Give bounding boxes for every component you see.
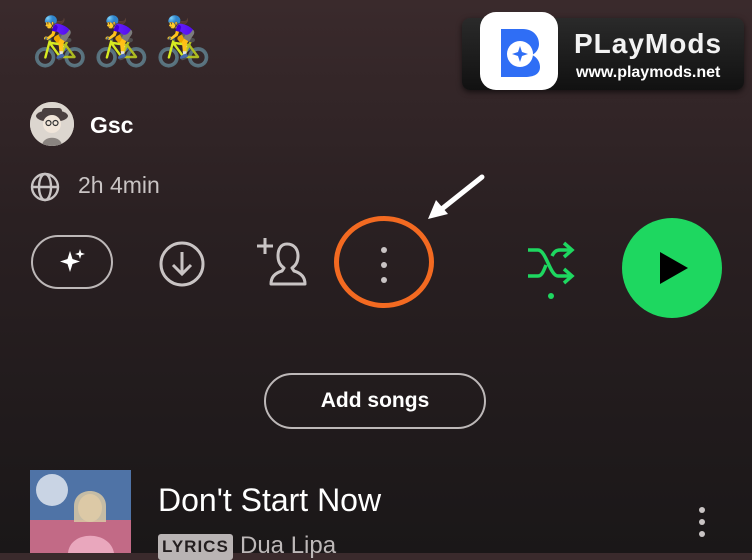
shuffle-button[interactable] bbox=[522, 240, 580, 304]
watermark-url: www.playmods.net bbox=[576, 64, 721, 81]
shuffle-icon bbox=[528, 241, 575, 299]
globe-icon bbox=[30, 172, 60, 207]
play-icon bbox=[660, 252, 688, 284]
owner-avatar[interactable] bbox=[30, 102, 74, 146]
playmods-logo-icon bbox=[480, 12, 558, 90]
playlist-title: 🚴‍♀️🚴‍♀️🚴‍♀️ bbox=[30, 14, 216, 70]
add-person-icon bbox=[257, 238, 307, 286]
add-collaborator-button[interactable] bbox=[256, 236, 310, 290]
track-album-art[interactable] bbox=[30, 470, 131, 553]
more-vertical-icon bbox=[699, 507, 705, 537]
lyrics-badge: LYRICS bbox=[158, 534, 233, 560]
more-options-button[interactable] bbox=[360, 238, 408, 292]
download-icon bbox=[159, 241, 205, 287]
track-title[interactable]: Don't Start Now bbox=[158, 482, 381, 519]
play-button[interactable] bbox=[622, 218, 722, 318]
download-button[interactable] bbox=[158, 240, 206, 288]
add-songs-button[interactable]: Add songs bbox=[264, 373, 486, 429]
watermark-title: PLayMods bbox=[574, 28, 723, 59]
sparkle-icon bbox=[60, 249, 85, 272]
enhance-button[interactable] bbox=[31, 235, 113, 289]
playlist-duration: 2h 4min bbox=[78, 172, 160, 198]
playmods-watermark: PLayMods www.playmods.net bbox=[462, 12, 744, 90]
owner-name[interactable]: Gsc bbox=[90, 112, 133, 139]
track-more-button[interactable] bbox=[690, 500, 714, 550]
more-vertical-icon bbox=[381, 247, 387, 283]
pointer-arrow bbox=[424, 172, 486, 227]
track-artist[interactable]: Dua Lipa bbox=[240, 532, 336, 560]
